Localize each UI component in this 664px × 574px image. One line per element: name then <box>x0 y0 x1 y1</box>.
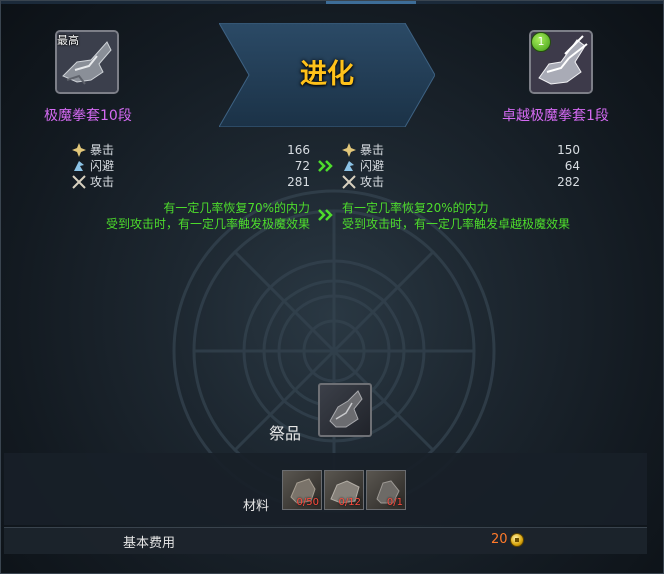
target-item-slot[interactable]: 1 <box>529 30 593 94</box>
sacrifice-label: 祭品 <box>269 424 302 443</box>
target-stat-evade: 闪避 64 <box>342 159 584 175</box>
source-stat-attack: 攻击 281 <box>72 175 314 191</box>
source-item-slot[interactable]: 最高 <box>55 30 119 94</box>
enhance-level-badge: 1 <box>531 32 551 52</box>
double-arrow-icon <box>318 209 333 221</box>
target-item-name: 卓越极魔拳套1段 <box>502 108 609 124</box>
top-tab-line <box>1 1 663 4</box>
evade-icon <box>344 161 354 171</box>
source-stat-crit: 暴击 166 <box>72 143 314 159</box>
source-effect-1: 有一定几率恢复70%的内力 <box>163 201 310 215</box>
cost-label: 基本费用 <box>123 536 176 551</box>
attack-icon <box>72 175 86 189</box>
material-count: 0/12 <box>338 497 361 508</box>
target-stat-crit: 暴击 150 <box>342 143 584 159</box>
gauntlet-icon <box>329 390 363 428</box>
material-slot-2[interactable]: 0/12 <box>324 470 364 510</box>
material-count: 0/50 <box>296 497 319 508</box>
attack-icon <box>342 175 356 189</box>
cost-row <box>4 527 647 554</box>
materials-label: 材料 <box>243 499 270 514</box>
source-item-name: 极魔拳套10段 <box>44 108 132 124</box>
target-effect-1: 有一定几率恢复20%的内力 <box>342 201 489 215</box>
source-effect-2: 受到攻击时，有一定几率触发极魔效果 <box>105 217 310 231</box>
coin-icon <box>510 533 524 547</box>
double-arrow-icon <box>318 160 333 172</box>
max-level-badge: 最高 <box>57 34 79 47</box>
target-stat-attack: 攻击 282 <box>342 175 584 191</box>
material-slot-3[interactable]: 0/1 <box>366 470 406 510</box>
crit-icon <box>342 143 356 157</box>
active-tab-highlight <box>326 1 416 4</box>
page-title: 进化 <box>300 59 354 90</box>
source-stat-evade: 闪避 72 <box>72 159 314 175</box>
evolution-panel: 进化 最高 极魔拳套10段 1 卓越极魔拳套1段 暴击 166 闪避 72 攻击… <box>0 0 664 574</box>
sacrifice-slot[interactable] <box>318 383 372 437</box>
cost-value: 20 <box>491 532 508 547</box>
evade-icon <box>74 161 84 171</box>
target-effect-2: 受到攻击时，有一定几率触发卓越极魔效果 <box>342 217 571 231</box>
crit-icon <box>72 143 86 157</box>
title-banner: 进化 <box>219 23 435 127</box>
material-slot-1[interactable]: 0/50 <box>282 470 322 510</box>
material-count: 0/1 <box>386 497 403 508</box>
